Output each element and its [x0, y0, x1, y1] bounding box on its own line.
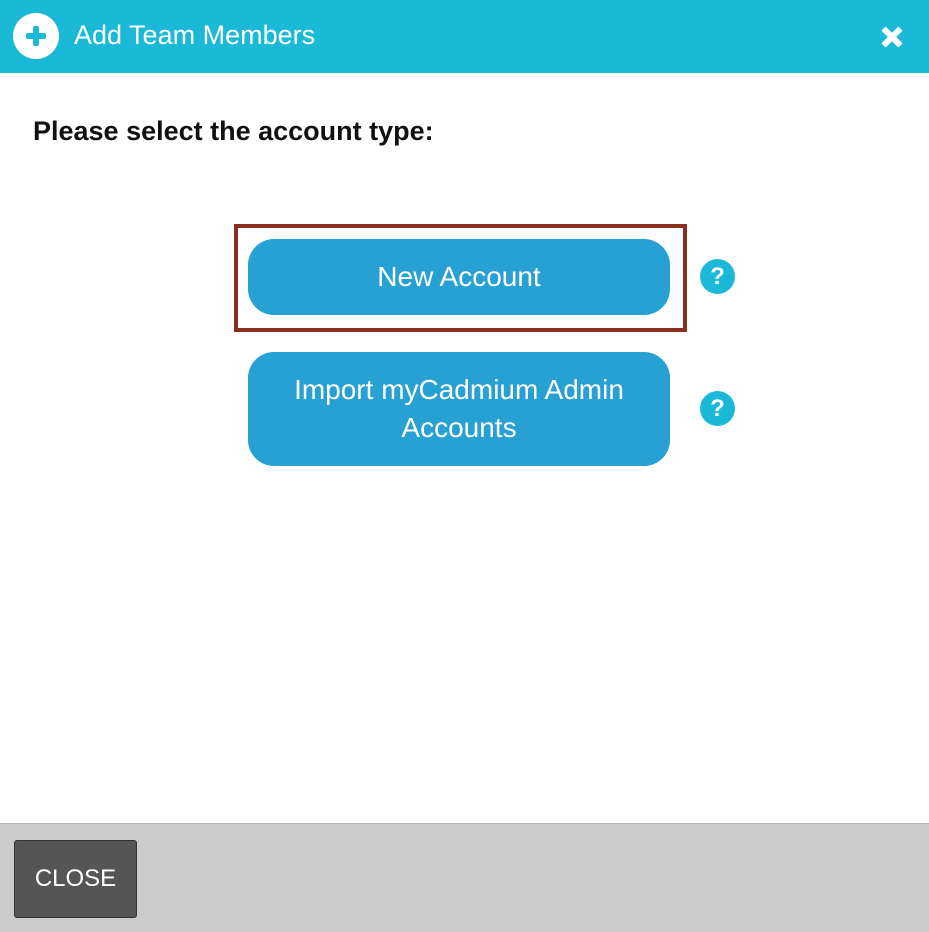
- dialog-header: Add Team Members: [0, 0, 929, 73]
- import-admin-accounts-button[interactable]: Import myCadmium Admin Accounts: [248, 352, 670, 466]
- dialog-title: Add Team Members: [74, 20, 316, 50]
- close-button[interactable]: CLOSE: [14, 840, 137, 918]
- dialog-footer: CLOSE: [0, 823, 929, 932]
- new-account-button[interactable]: New Account: [248, 239, 670, 315]
- new-account-help-icon[interactable]: ?: [700, 259, 735, 294]
- account-type-prompt: Please select the account type:: [33, 116, 434, 146]
- add-team-members-dialog: Add Team Members Please select the accou…: [0, 0, 929, 932]
- close-icon[interactable]: [876, 21, 908, 53]
- plus-circle-icon: [13, 13, 59, 59]
- import-accounts-help-icon[interactable]: ?: [700, 391, 735, 426]
